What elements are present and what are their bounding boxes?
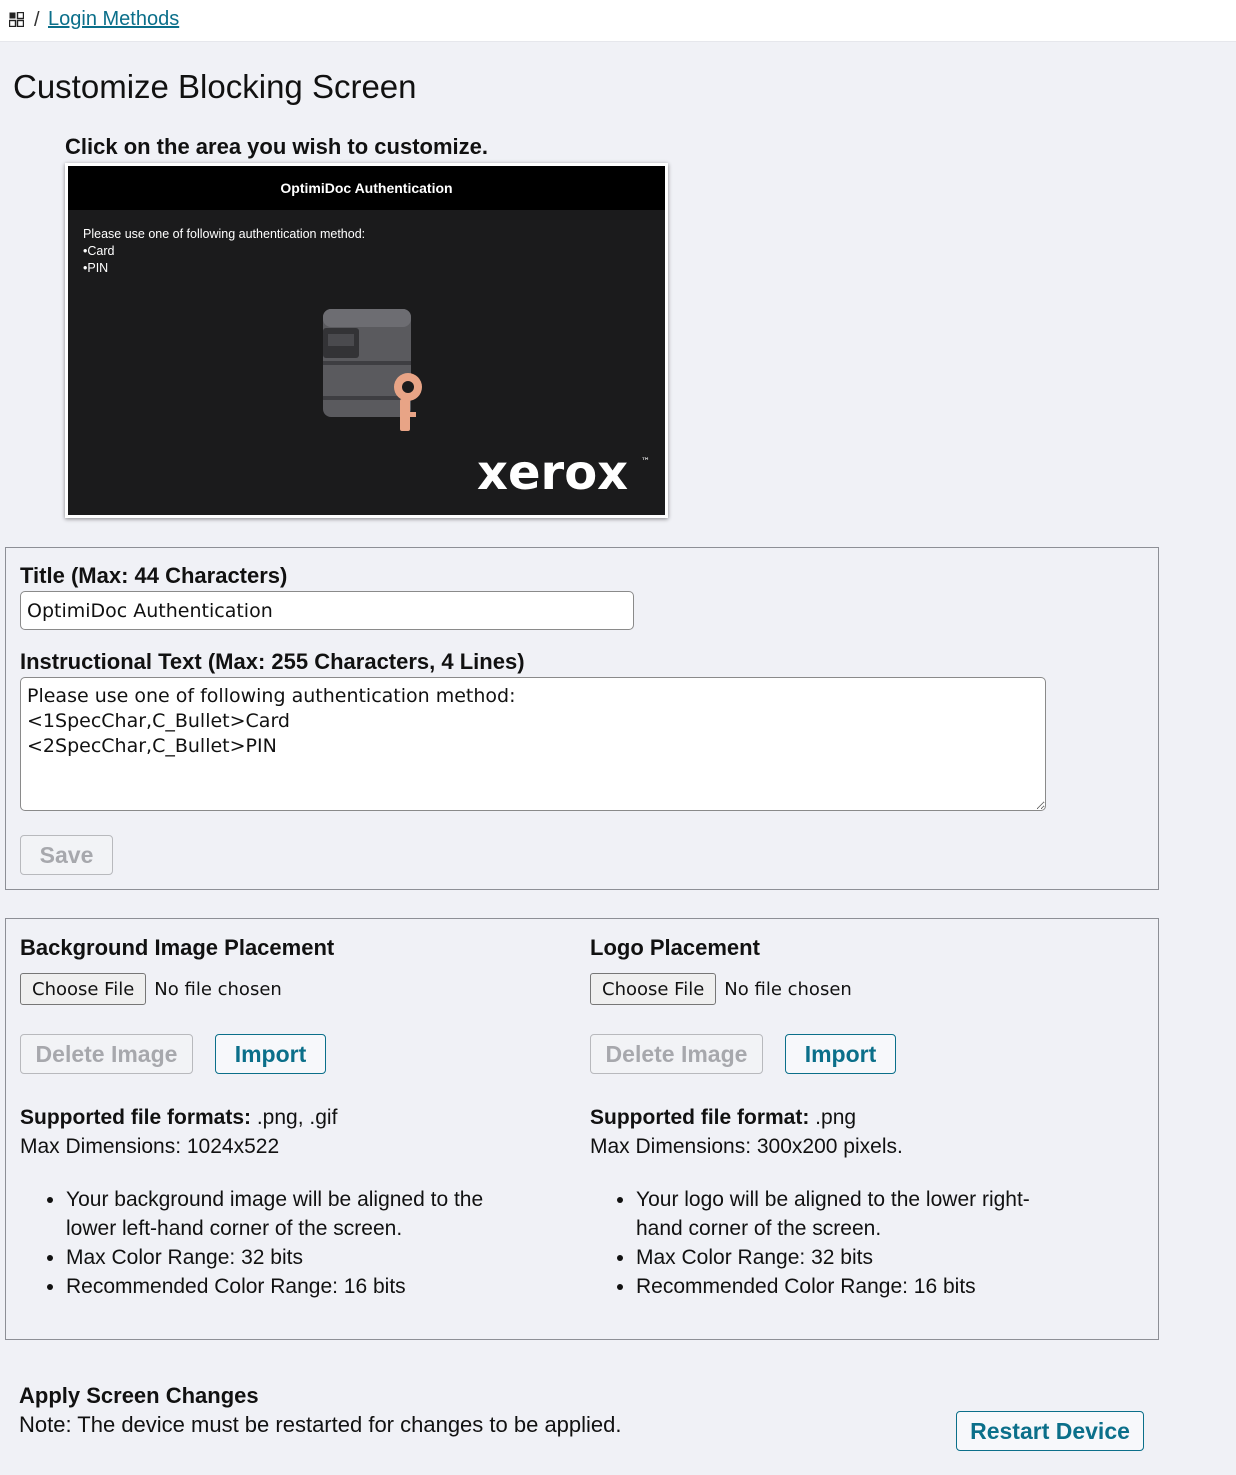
preview-hint: Click on the area you wish to customize. bbox=[65, 134, 488, 159]
logo-trademark: ™ bbox=[641, 457, 650, 467]
background-formats-label: Supported file formats: bbox=[20, 1106, 252, 1129]
apply-changes-note: Note: The device must be restarted for c… bbox=[19, 1412, 622, 1437]
background-dimensions: Max Dimensions: 1024x522 bbox=[20, 1135, 280, 1158]
logo-formats-label: Supported file format: bbox=[590, 1106, 810, 1129]
list-item: Your logo will be aligned to the lower r… bbox=[636, 1185, 1056, 1243]
page-title: Customize Blocking Screen bbox=[13, 68, 417, 105]
list-item: Recommended Color Range: 16 bits bbox=[636, 1272, 1056, 1301]
preview-title-area[interactable]: OptimiDoc Authentication bbox=[68, 166, 665, 210]
background-import-button[interactable]: Import bbox=[215, 1034, 326, 1074]
xerox-logo[interactable]: xerox ™ bbox=[473, 444, 653, 499]
logo-format-info: Supported file format: .png Max Dimensio… bbox=[590, 1103, 1090, 1161]
logo-choose-file-button[interactable]: Choose File bbox=[590, 973, 717, 1005]
logo-file-status: No file chosen bbox=[724, 978, 852, 1000]
logo-file-picker: Choose File No file chosen bbox=[590, 973, 852, 1005]
preview-line: •PIN bbox=[83, 261, 109, 275]
background-heading: Background Image Placement bbox=[20, 935, 335, 960]
background-file-picker: Choose File No file chosen bbox=[20, 973, 282, 1005]
background-format-info: Supported file formats: .png, .gif Max D… bbox=[20, 1103, 520, 1161]
background-formats-value: .png, .gif bbox=[251, 1106, 338, 1129]
list-item: Your background image will be aligned to… bbox=[66, 1185, 486, 1243]
preview-line: •Card bbox=[83, 244, 115, 258]
breadcrumb: / Login Methods bbox=[0, 0, 1236, 42]
instructional-text-label: Instructional Text (Max: 255 Characters,… bbox=[20, 649, 525, 674]
background-delete-image-button[interactable]: Delete Image bbox=[20, 1034, 193, 1074]
background-notes-list: Your background image will be aligned to… bbox=[6, 1185, 486, 1301]
image-placement-panel: Background Image Placement Choose File N… bbox=[5, 918, 1159, 1340]
blocking-screen-preview[interactable]: OptimiDoc Authentication Please use one … bbox=[65, 163, 668, 518]
logo-text: xerox bbox=[477, 445, 628, 499]
restart-device-button[interactable]: Restart Device bbox=[956, 1411, 1144, 1451]
background-choose-file-button[interactable]: Choose File bbox=[20, 973, 147, 1005]
title-field-label: Title (Max: 44 Characters) bbox=[20, 563, 288, 588]
apply-changes-heading: Apply Screen Changes bbox=[19, 1383, 259, 1408]
dashboard-grid-icon[interactable] bbox=[9, 12, 24, 27]
list-item: Max Color Range: 32 bits bbox=[636, 1243, 1056, 1272]
breadcrumb-link-login-methods[interactable]: Login Methods bbox=[48, 8, 179, 31]
logo-heading: Logo Placement bbox=[590, 935, 760, 960]
instructional-text-input[interactable]: Please use one of following authenticati… bbox=[20, 677, 1046, 811]
preview-instruction-area[interactable]: Please use one of following authenticati… bbox=[83, 226, 643, 286]
logo-delete-image-button[interactable]: Delete Image bbox=[590, 1034, 763, 1074]
list-item: Recommended Color Range: 16 bits bbox=[66, 1272, 486, 1301]
logo-formats-value: .png bbox=[809, 1106, 857, 1129]
printer-key-image[interactable] bbox=[320, 306, 430, 436]
breadcrumb-separator: / bbox=[34, 9, 40, 31]
save-button[interactable]: Save bbox=[20, 835, 113, 875]
background-file-status: No file chosen bbox=[154, 978, 282, 1000]
logo-import-button[interactable]: Import bbox=[785, 1034, 896, 1074]
title-input[interactable] bbox=[20, 591, 634, 630]
text-settings-panel: Title (Max: 44 Characters) Instructional… bbox=[5, 547, 1159, 890]
logo-dimensions: Max Dimensions: 300x200 pixels. bbox=[590, 1135, 903, 1158]
logo-notes-list: Your logo will be aligned to the lower r… bbox=[576, 1185, 1056, 1301]
preview-line: Please use one of following authenticati… bbox=[83, 227, 366, 241]
list-item: Max Color Range: 32 bits bbox=[66, 1243, 486, 1272]
